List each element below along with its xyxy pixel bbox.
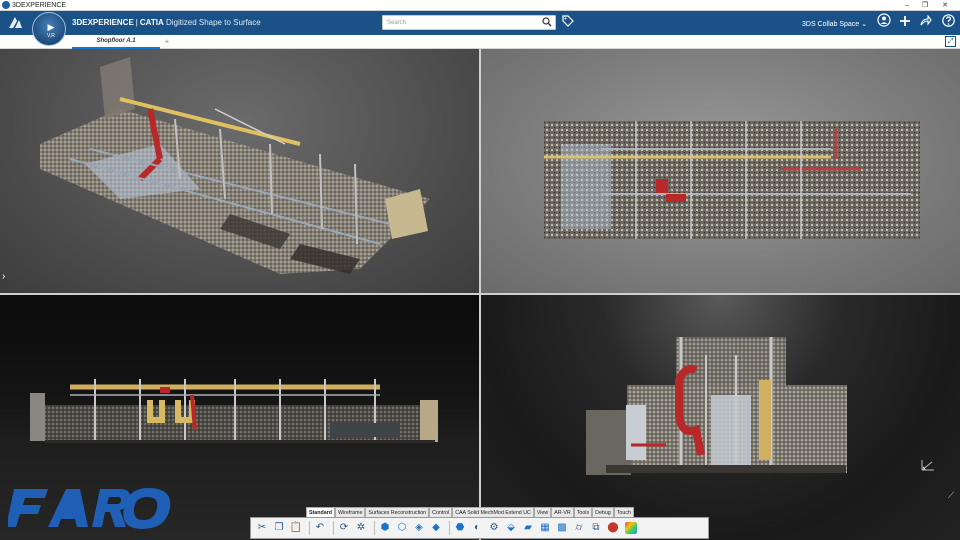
viewport-isometric[interactable]: › [0, 49, 479, 293]
collab-space-selector[interactable]: 3DS Collab Space ⌄ [802, 11, 867, 35]
toolbar-tabs: Standard Wireframe Surfaces Reconstructi… [306, 507, 634, 517]
tag-icon[interactable] [562, 15, 574, 32]
copy-icon[interactable]: ❐ [272, 520, 286, 536]
expand-icon[interactable]: ⤢ [945, 36, 956, 47]
toolbar-separator [374, 521, 375, 535]
shading-icon[interactable]: ◆ [429, 520, 443, 536]
resize-grip-icon[interactable]: ⟋ [948, 490, 954, 501]
tab-standard[interactable]: Standard [306, 507, 335, 517]
play-icon[interactable]: ▶ [46, 22, 56, 32]
brand-3dexperience: 3DEXPERIENCE [72, 18, 134, 27]
window-title: 3DEXPERIENCE [12, 2, 67, 9]
paste-icon[interactable]: 📋 [289, 520, 303, 536]
app-name: Digitized Shape to Surface [165, 18, 261, 27]
tab-wireframe[interactable]: Wireframe [334, 507, 366, 517]
plus-icon[interactable] [897, 13, 913, 33]
measure-icon[interactable]: ⚙ [487, 520, 501, 536]
3ds-logo-icon[interactable] [6, 14, 24, 32]
cylinder-icon[interactable]: ⌭ [572, 520, 586, 536]
window-titlebar: 3DEXPERIENCE – ❐ ✕ [0, 0, 960, 11]
toolbar-separator [449, 521, 450, 535]
viewport-side[interactable] [481, 295, 960, 540]
tab-tools[interactable]: Tools [573, 507, 593, 517]
point-cloud-icon[interactable]: ▦ [538, 520, 552, 536]
tab-ar-vr[interactable]: AR-VR [551, 507, 574, 517]
tab-debug[interactable]: Debug [592, 507, 614, 517]
toolbar-separator [333, 521, 334, 535]
brand-separator: | [135, 18, 138, 27]
faro-logo [6, 485, 178, 539]
fly-mode-icon[interactable]: ⬢ [378, 520, 392, 536]
pointcloud-isometric [40, 57, 430, 274]
viewport-top[interactable] [481, 49, 960, 293]
axis-triad-icon[interactable] [920, 456, 936, 475]
render-icon[interactable]: ◈ [412, 520, 426, 536]
pointcloud-side [586, 337, 847, 475]
surface-icon[interactable]: ⧉ [589, 520, 603, 536]
search-placeholder: Search [387, 20, 407, 26]
color-map-icon[interactable] [625, 522, 637, 534]
cut-icon[interactable]: ✂ [255, 520, 269, 536]
compass-widget[interactable]: ▶ V,R [32, 12, 66, 46]
maximize-button[interactable]: ❐ [918, 0, 932, 11]
hide-show-icon[interactable]: ◐ [470, 520, 484, 536]
add-tab-button[interactable]: + [162, 35, 172, 49]
side-panel-toggle[interactable]: › [2, 271, 5, 282]
brand-catia: CATIA [139, 18, 164, 27]
help-icon[interactable] [940, 13, 956, 33]
user-icon[interactable] [876, 13, 892, 33]
mesh-icon[interactable]: ▰ [521, 520, 535, 536]
brand-title: 3DEXPERIENCE | CATIA Digitized Shape to Su… [72, 11, 261, 35]
app-window: 3DEXPERIENCE – ❐ ✕ 3DEXPERIENCE | CATIA Di… [0, 0, 960, 540]
view-orientation-icon[interactable]: ⬣ [453, 520, 467, 536]
view-cube-icon[interactable]: ⬡ [395, 520, 409, 536]
share-icon[interactable] [918, 13, 934, 33]
viewport-divider-horizontal[interactable] [0, 293, 960, 295]
grid-icon[interactable]: ▩ [555, 520, 569, 536]
tab-surfaces-reconstruction[interactable]: Surfaces Reconstruction [365, 507, 430, 517]
pointcloud-top [544, 121, 920, 239]
scan-icon[interactable]: ⬙ [504, 520, 518, 536]
tab-view[interactable]: View [533, 507, 552, 517]
minimize-button[interactable]: – [900, 0, 914, 11]
settings-icon[interactable]: ✲ [354, 520, 368, 536]
document-tabs: Shopfloor A.1 + ⤢ [0, 35, 960, 49]
toolbar-separator [309, 521, 310, 535]
action-bar: ✂ ❐ 📋 ↶ ⟳ ✲ ⬢ ⬡ ◈ ◆ ⬣ ◐ ⚙ ⬙ ▰ ▦ ▩ ⌭ ⧉ ⬤ [250, 517, 709, 539]
close-button[interactable]: ✕ [938, 0, 952, 11]
undo-icon[interactable]: ↶ [313, 520, 327, 536]
tab-touch[interactable]: Touch [613, 507, 634, 517]
compass-label: V,R [47, 33, 55, 39]
app-icon [2, 1, 10, 9]
analysis-icon[interactable]: ⬤ [606, 520, 620, 536]
top-bar: 3DEXPERIENCE | CATIA Digitized Shape to Su… [0, 11, 960, 35]
tab-control[interactable]: Control [429, 507, 453, 517]
search-field[interactable]: Search [382, 15, 556, 30]
search-icon[interactable] [542, 17, 552, 30]
tab-shopfloor[interactable]: Shopfloor A.1 [72, 35, 160, 49]
tab-caa-solid[interactable]: CAA Solid MechMod Extend UC [452, 507, 534, 517]
update-icon[interactable]: ⟳ [337, 520, 351, 536]
